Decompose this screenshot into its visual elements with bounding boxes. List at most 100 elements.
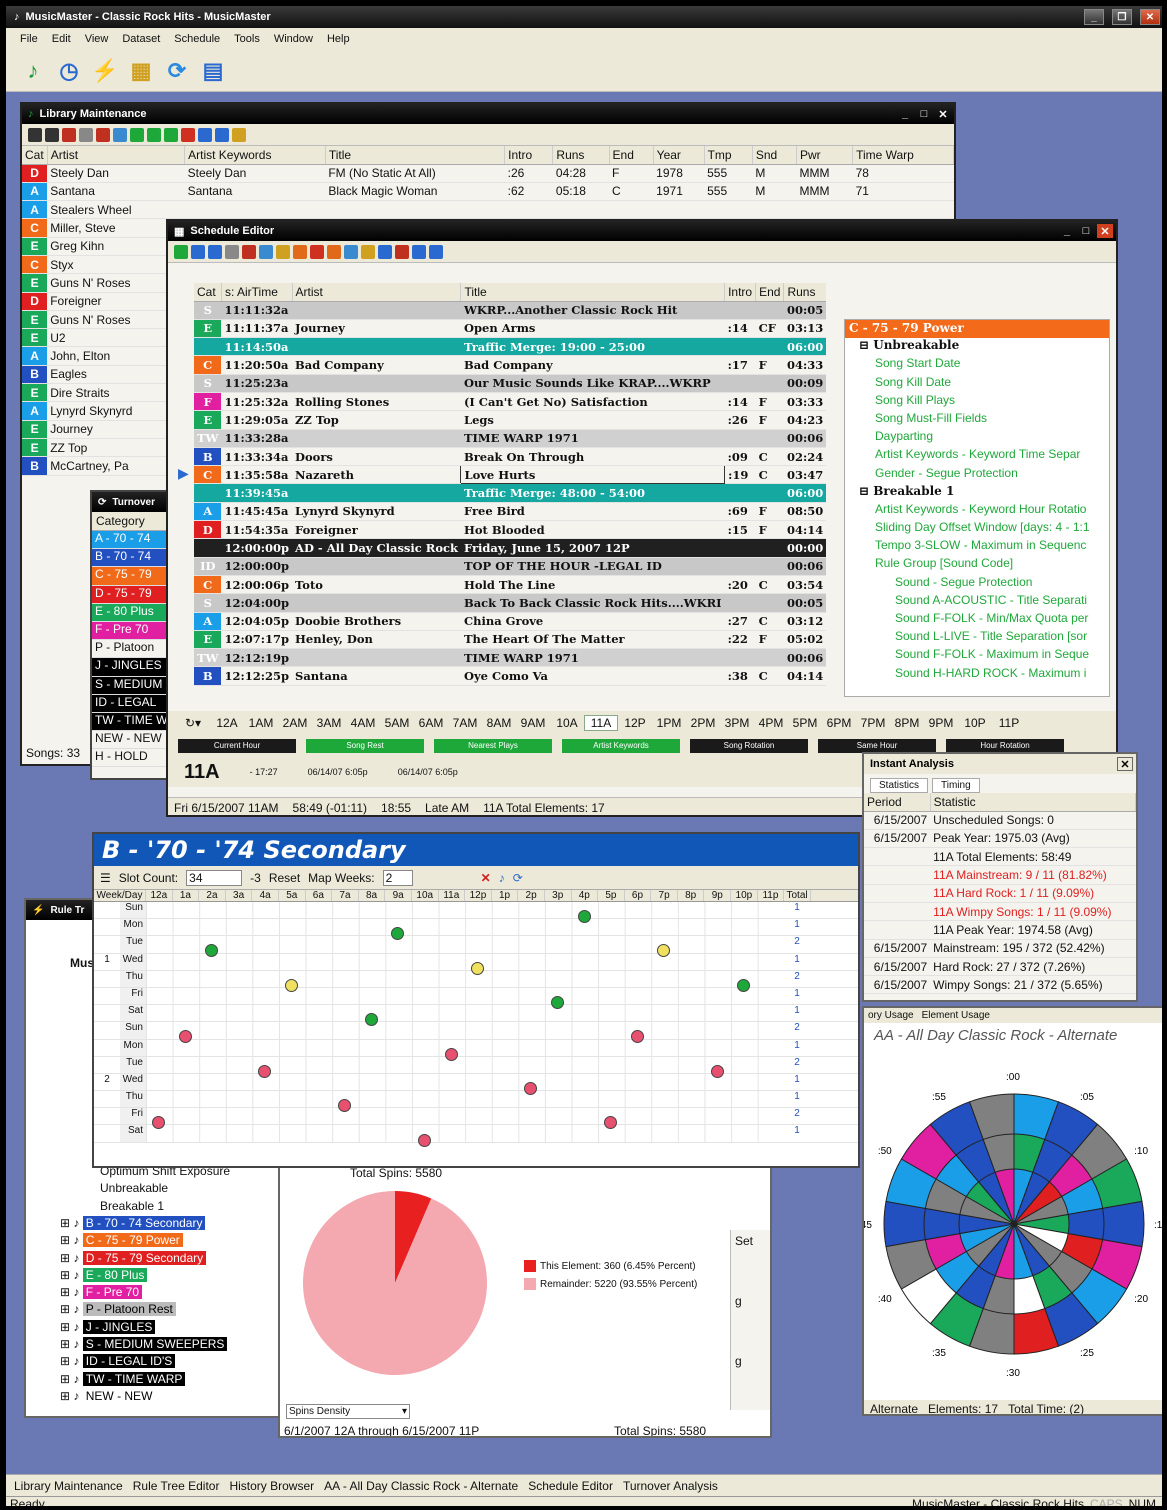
turnover-item[interactable]: C - 75 - 79 — [92, 567, 170, 586]
layout-icon[interactable] — [191, 244, 205, 259]
refresh-icon[interactable]: ⟳ — [513, 871, 523, 885]
col-statistic[interactable]: Statistic — [930, 793, 1136, 812]
table-row[interactable]: A Stealers Wheel — [22, 200, 954, 220]
lightning-icon[interactable]: ⚡ — [90, 56, 120, 86]
slot-column-header[interactable]: 9a — [385, 890, 412, 901]
taskbar-item[interactable]: Rule Tree Editor — [133, 1479, 220, 1493]
schedule-row[interactable]: TW 12:12:19p TIME WARP 1971 00:06 — [194, 648, 826, 668]
maximize-button[interactable]: □ — [1078, 224, 1094, 238]
expand-icon[interactable]: ⊞ ♪ — [60, 1302, 83, 1316]
column-header[interactable]: Artist Keywords — [184, 146, 326, 165]
schedule-row[interactable]: S 12:04:00p Back To Back Classic Rock Hits… — [194, 593, 826, 613]
find-icon[interactable] — [344, 244, 358, 259]
search-icon[interactable] — [113, 127, 127, 142]
schedule-row[interactable]: C 12:00:06p Toto Hold The Line:20 C 03:54 — [194, 575, 826, 595]
clock-tab[interactable]: Element Usage — [922, 1010, 990, 1021]
rule-item[interactable]: Sound L-LIVE - Title Separation [sor — [845, 629, 1109, 647]
rule-item[interactable]: Gender - Segue Protection — [845, 466, 1109, 484]
minimize-button[interactable]: _ — [897, 107, 913, 121]
slot-column-header[interactable]: 8a — [359, 890, 386, 901]
grid-icon[interactable] — [130, 127, 144, 142]
rule-item[interactable]: Sound A-ACOUSTIC - Title Separati — [845, 593, 1109, 611]
rule-item[interactable]: Rule Group [Sound Code] — [845, 556, 1109, 574]
slot-column-header[interactable]: 5a — [279, 890, 306, 901]
hour-button[interactable]: 9AM — [516, 716, 550, 730]
refresh-icon[interactable]: ⟳ — [162, 56, 192, 86]
slot-column-header[interactable]: 2a — [199, 890, 226, 901]
turnover-item[interactable]: F - Pre 70 — [92, 621, 170, 641]
expand-icon[interactable]: ⊞ ♪ — [60, 1233, 83, 1247]
folder-icon[interactable] — [232, 127, 246, 142]
expand-icon[interactable]: ⊞ ♪ — [60, 1337, 83, 1351]
rule-tree-category[interactable]: ⊞ ♪ P - Platoon Rest — [40, 1302, 278, 1319]
rule-tree-category[interactable]: ⊞ ♪ J - JINGLES — [40, 1319, 278, 1337]
expand-icon[interactable]: ⊞ ♪ — [60, 1389, 83, 1403]
column-header[interactable]: Artist — [292, 283, 462, 302]
taskbar-item[interactable]: AA - All Day Classic Rock - Alternate — [324, 1479, 518, 1493]
turnover-item[interactable]: S - MEDIUM — [92, 676, 170, 695]
slot-marker[interactable] — [551, 996, 564, 1009]
hour-button[interactable]: 12A — [210, 716, 244, 730]
hour-button[interactable]: 11A — [584, 715, 618, 731]
column-header[interactable]: Snd — [752, 146, 798, 165]
column-header[interactable]: Intro — [724, 283, 757, 302]
turnover-item[interactable]: A - 70 - 74 — [92, 531, 170, 550]
schedule-row[interactable]: E 11:11:37a Journey Open Arms:14 CF 03:13 — [194, 319, 826, 339]
menu-file[interactable]: File — [20, 33, 38, 45]
schedule-row[interactable]: ID 12:00:00p TOP OF THE HOUR -LEGAL ID 00:0… — [194, 557, 826, 576]
hour-button[interactable]: 2AM — [278, 716, 312, 730]
rule-tree-category[interactable]: ⊞ ♪ S - MEDIUM SWEEPERS — [40, 1337, 278, 1354]
layout-icon[interactable] — [198, 127, 212, 142]
schedule-row[interactable]: F 11:25:32a Rolling Stones (I Can't Get No)… — [194, 392, 826, 412]
schedule-row[interactable]: E 12:07:17p Henley, Don The Heart Of The Ma… — [194, 630, 826, 650]
rule-item[interactable]: Sound F-FOLK - Maximum in Seque — [845, 647, 1109, 665]
column-header[interactable]: Cat — [194, 283, 222, 302]
slot-column-header[interactable]: 1p — [492, 890, 519, 901]
column-header[interactable]: Title — [325, 146, 506, 165]
restore-button[interactable]: ❐ — [1112, 9, 1132, 25]
slot-column-header[interactable]: 6a — [306, 890, 333, 901]
slot-marker[interactable] — [418, 1133, 431, 1147]
column-header[interactable]: Artist — [47, 146, 186, 165]
rule-tree-category[interactable]: ⊞ ♪ TW - TIME WARP — [40, 1371, 278, 1389]
hour-button[interactable]: 8PM — [890, 716, 924, 730]
map-weeks-input[interactable]: 2 — [382, 869, 413, 886]
hour-button[interactable]: 3PM — [720, 716, 754, 730]
slot-column-header[interactable]: 6p — [625, 890, 652, 901]
turnover-item[interactable]: P - Platoon — [92, 640, 170, 659]
schedule-row[interactable]: C 11:35:58a Nazareth Love Hurts:19 C 03:47 — [194, 465, 826, 485]
rule-tree-category[interactable]: ⊞ ♪ D - 75 - 79 Secondary — [40, 1250, 278, 1268]
column-header[interactable]: Title — [460, 283, 726, 302]
col-period[interactable]: Period — [864, 793, 931, 812]
hour-button[interactable]: 8AM — [482, 716, 516, 730]
turnover-item[interactable]: D - 75 - 79 — [92, 585, 170, 604]
slot-column-header[interactable]: 5p — [598, 890, 625, 901]
layout-icon[interactable] — [412, 244, 426, 259]
schedule-row[interactable]: E 11:29:05a ZZ Top Legs:26 F 04:23 — [194, 410, 826, 430]
spins-density-select[interactable]: Spins Density ▾ — [286, 1404, 410, 1419]
expand-icon[interactable]: ⊞ ♪ — [60, 1354, 83, 1368]
hour-button[interactable]: 1PM — [652, 716, 686, 730]
analysis-tab[interactable]: Statistics — [870, 778, 929, 793]
rule-tree-category[interactable]: ⊞ ♪ B - 70 - 74 Secondary — [40, 1216, 278, 1233]
rule-tree-category[interactable]: ⊞ ♪ NEW - NEW — [40, 1389, 278, 1406]
column-header[interactable]: Runs — [552, 146, 610, 165]
hour-button[interactable]: 4PM — [754, 716, 788, 730]
rule-tree-item[interactable]: Breakable 1 — [40, 1199, 278, 1216]
expand-icon[interactable]: ⊞ ♪ — [60, 1216, 83, 1230]
table-row[interactable]: D Steely Dan Steely Dan FM (No Static At Al… — [22, 164, 954, 183]
expand-icon[interactable]: ⊞ ♪ — [60, 1285, 83, 1299]
menu-window[interactable]: Window — [274, 33, 313, 45]
schedule-row[interactable]: 12:00:00p AD - All Day Classic Rock Friday… — [194, 538, 826, 558]
turnover-item[interactable]: NEW - NEW — [92, 731, 170, 750]
rule-item[interactable]: Dayparting — [845, 429, 1109, 447]
slot-marker[interactable] — [471, 961, 485, 975]
rule-item[interactable]: Artist Keywords - Keyword Time Separ — [845, 447, 1109, 465]
rule-item[interactable]: Sound - Segue Protection — [845, 575, 1109, 593]
column-header[interactable]: End — [755, 283, 785, 302]
flag-icon[interactable] — [310, 244, 324, 259]
hour-button[interactable]: 2PM — [686, 716, 720, 730]
column-header[interactable]: Tmp — [704, 146, 753, 165]
menu-dataset[interactable]: Dataset — [122, 33, 160, 45]
column-header[interactable]: Pwr — [796, 146, 854, 165]
